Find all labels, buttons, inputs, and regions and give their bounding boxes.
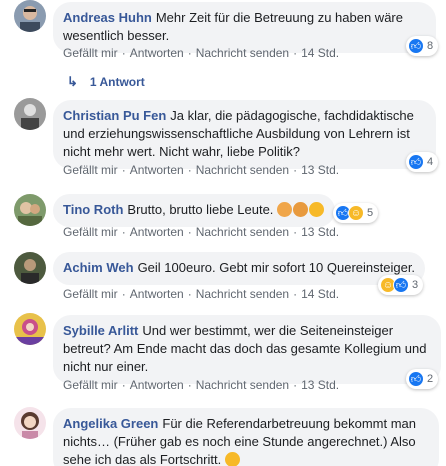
- comment-text: Geil 100euro. Gebt mir sofort 10 Querein…: [137, 260, 416, 275]
- reaction-count: 8: [427, 40, 434, 52]
- comment-author[interactable]: Christian Pu Fen: [63, 108, 166, 123]
- like-icon: 👍︎: [408, 38, 424, 54]
- comment-author[interactable]: Tino Roth: [63, 202, 123, 217]
- comment-actions: Gefällt mir · Antworten · Nachricht senden · 1…: [63, 225, 340, 239]
- reply-arrow-icon: ↳: [67, 74, 78, 89]
- reply-link[interactable]: Antworten: [130, 163, 184, 177]
- comment-actions: Gefällt mir · Antworten · Nachricht senden · 1…: [63, 287, 340, 301]
- comment-author[interactable]: Achim Weh: [63, 260, 134, 275]
- send-message-link[interactable]: Nachricht senden: [196, 163, 289, 177]
- send-message-link[interactable]: Nachricht senden: [196, 46, 289, 60]
- haha-icon: ☺︎: [348, 205, 364, 221]
- comment-author[interactable]: Sybille Arlitt: [63, 323, 138, 338]
- reaction-summary[interactable]: 👍︎ 4: [406, 152, 439, 172]
- reaction-summary[interactable]: ☺︎ 👍︎ 3: [378, 275, 424, 295]
- comment-actions: Gefällt mir · Antworten · Nachricht senden · 1…: [63, 163, 340, 177]
- emoji-rofl-icon: [224, 452, 240, 466]
- comment-author[interactable]: Angelika Green: [63, 416, 158, 431]
- like-link[interactable]: Gefällt mir: [63, 163, 118, 177]
- reply-count-label: 1 Antwort: [89, 75, 145, 89]
- send-message-link[interactable]: Nachricht senden: [196, 225, 289, 239]
- send-message-link[interactable]: Nachricht senden: [196, 287, 289, 301]
- send-message-link[interactable]: Nachricht senden: [196, 378, 289, 392]
- reply-link[interactable]: Antworten: [130, 46, 184, 60]
- comment-text: Brutto, brutto liebe Leute.: [127, 202, 274, 217]
- emoji-woman-icon: [277, 202, 293, 217]
- timestamp[interactable]: 13 Std.: [301, 163, 339, 177]
- avatar[interactable]: [14, 313, 46, 345]
- like-link[interactable]: Gefällt mir: [63, 378, 118, 392]
- reaction-count: 2: [427, 373, 434, 385]
- comment-actions: Gefällt mir · Antworten · Nachricht senden · 1…: [63, 378, 340, 392]
- avatar[interactable]: [14, 407, 46, 439]
- comment-bubble: Achim Weh Geil 100euro. Gebt mir sofort 1…: [53, 252, 426, 285]
- reaction-count: 3: [412, 279, 419, 291]
- like-icon: 👍︎: [408, 154, 424, 170]
- avatar[interactable]: [14, 252, 46, 284]
- reply-link[interactable]: Antworten: [130, 225, 184, 239]
- comment-bubble: Christian Pu Fen Ja klar, die pädagogisch…: [53, 100, 436, 169]
- avatar[interactable]: [14, 194, 46, 226]
- timestamp[interactable]: 14 Std.: [301, 46, 339, 60]
- reaction-summary[interactable]: 👍︎ 2: [406, 369, 439, 389]
- reaction-summary[interactable]: 👍︎ ☺︎ 5: [333, 203, 379, 223]
- timestamp[interactable]: 13 Std.: [301, 225, 339, 239]
- comment-bubble: Angelika Green Für die Referendarbetreuun…: [53, 408, 439, 466]
- reaction-count: 4: [427, 156, 434, 168]
- reaction-count: 5: [367, 207, 374, 219]
- avatar[interactable]: [14, 98, 46, 130]
- comment-bubble: Tino Roth Brutto, brutto liebe Leute.: [53, 194, 336, 227]
- reply-link[interactable]: Antworten: [130, 287, 184, 301]
- emoji-laughing-icon: [309, 202, 325, 217]
- like-link[interactable]: Gefällt mir: [63, 225, 118, 239]
- timestamp[interactable]: 14 Std.: [301, 287, 339, 301]
- view-replies-link[interactable]: ↳ 1 Antwort: [67, 74, 145, 90]
- comment-bubble: Sybille Arlitt Und wer bestimmt, wer die …: [53, 315, 441, 384]
- like-icon: 👍︎: [393, 277, 409, 293]
- emoji-woman-icon: [293, 202, 309, 217]
- timestamp[interactable]: 13 Std.: [301, 378, 339, 392]
- like-icon: 👍︎: [408, 371, 424, 387]
- like-link[interactable]: Gefällt mir: [63, 46, 118, 60]
- reaction-summary[interactable]: 👍︎ 8: [406, 36, 439, 56]
- reply-link[interactable]: Antworten: [130, 378, 184, 392]
- avatar[interactable]: [14, 0, 46, 32]
- comment-author[interactable]: Andreas Huhn: [63, 10, 152, 25]
- like-link[interactable]: Gefällt mir: [63, 287, 118, 301]
- comment-actions: Gefällt mir · Antworten · Nachricht senden · 1…: [63, 46, 340, 60]
